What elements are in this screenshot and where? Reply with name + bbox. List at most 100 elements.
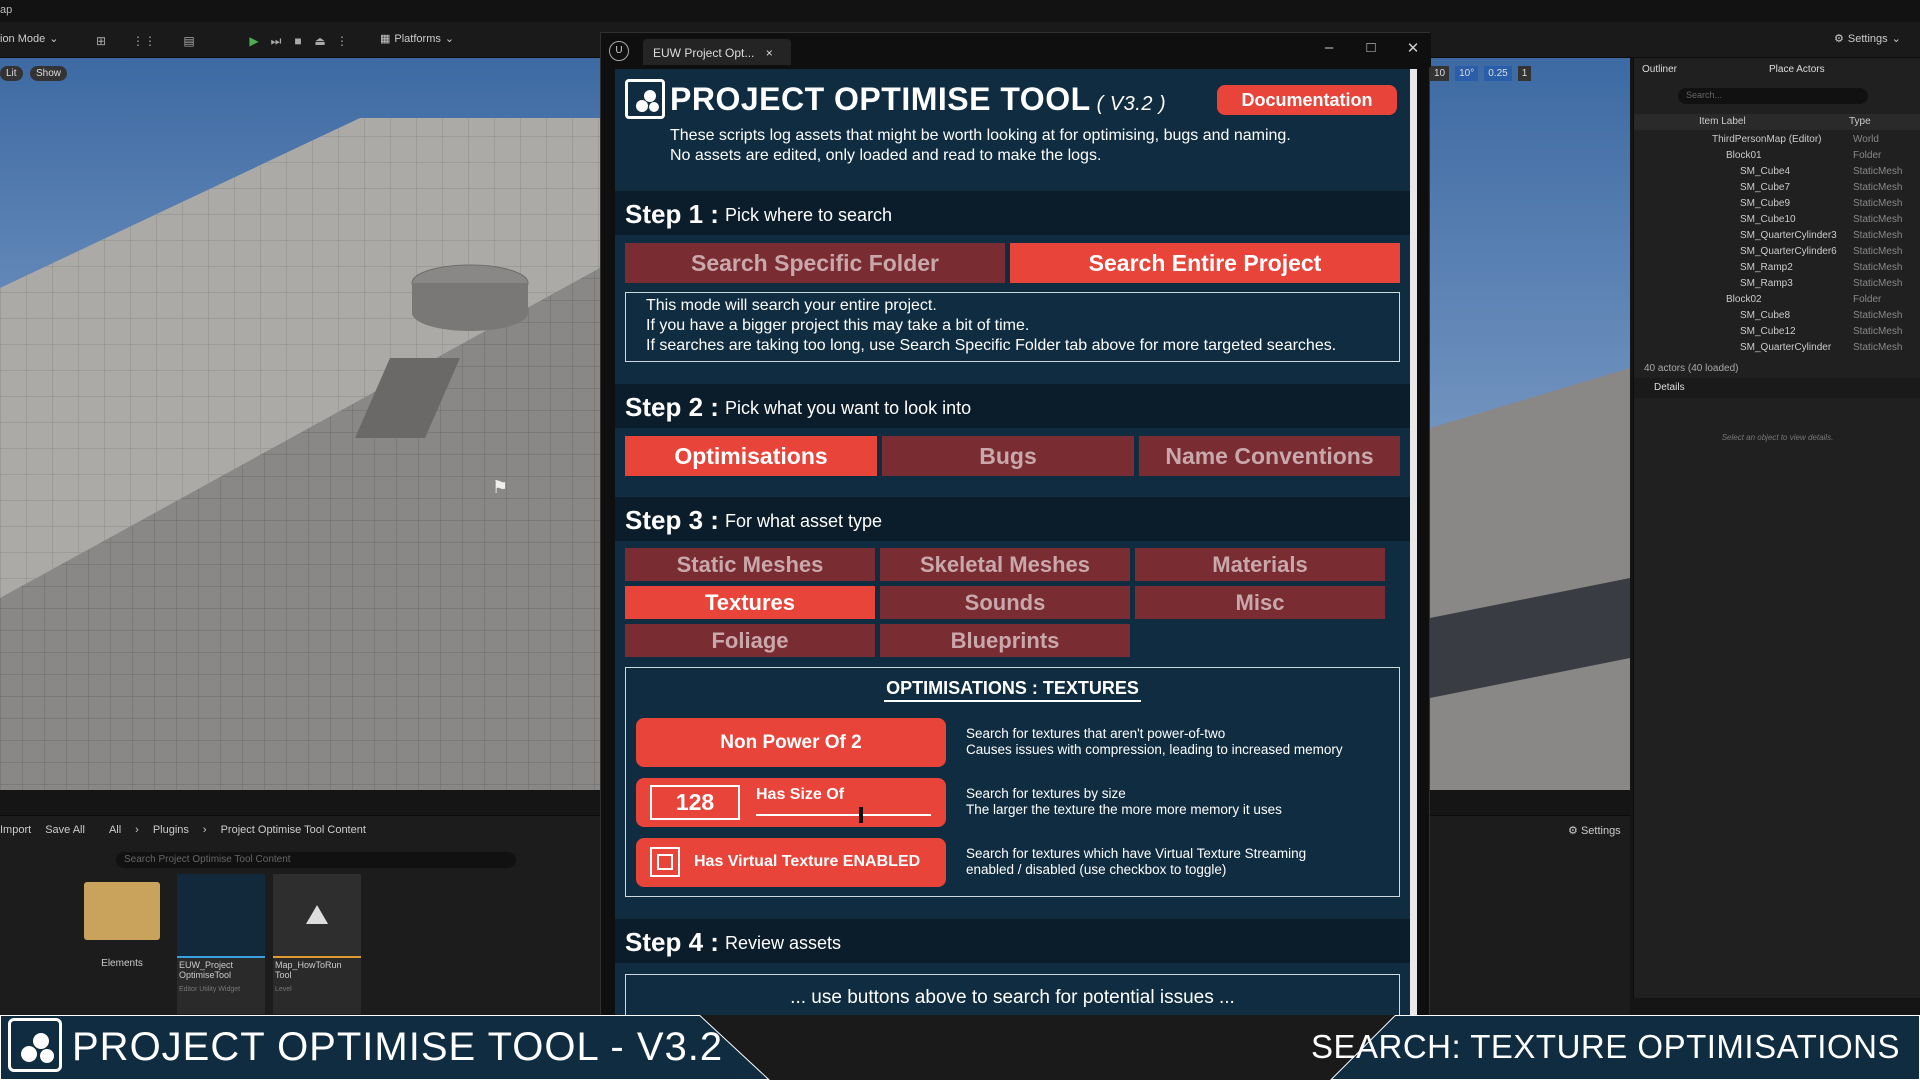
col-item-label[interactable]: Item Label xyxy=(1699,116,1746,127)
eject-icon[interactable]: ⏏ xyxy=(311,32,329,50)
play-icon[interactable]: ▶ xyxy=(245,32,263,50)
outliner-row[interactable]: SM_Cube12 StaticMesh xyxy=(1634,324,1920,340)
type-static-meshes-button[interactable]: Static Meshes xyxy=(625,548,875,581)
platforms-button[interactable]: ▦ Platforms ⌄ xyxy=(380,32,454,46)
outliner-row[interactable]: ThirdPersonMap (Editor) World xyxy=(1634,132,1920,148)
optimisations-button[interactable]: Optimisations xyxy=(625,436,877,476)
type-blueprints-button[interactable]: Blueprints xyxy=(880,624,1130,657)
path-plugins[interactable]: Plugins xyxy=(153,824,189,836)
outliner-row[interactable]: SM_Cube8 StaticMesh xyxy=(1634,308,1920,324)
grid-snap-value[interactable]: 10 xyxy=(1430,66,1450,81)
window-tab-title: EUW Project Opt... xyxy=(653,46,755,60)
outliner-row[interactable]: SM_QuarterCylinder StaticMesh xyxy=(1634,340,1920,356)
type-textures-button[interactable]: Textures xyxy=(625,586,875,619)
type-materials-button[interactable]: Materials xyxy=(1135,548,1385,581)
snap-button[interactable]: ⋮⋮ xyxy=(132,32,156,50)
tab-outliner[interactable]: Outliner xyxy=(1642,64,1677,75)
snap-icon: ⋮⋮ xyxy=(132,34,156,48)
window-titlebar[interactable]: U EUW Project Opt... × – □ ✕ xyxy=(601,33,1431,67)
step-icon[interactable]: ⏭ xyxy=(267,32,285,50)
outliner-row[interactable]: SM_Ramp2 StaticMesh xyxy=(1634,260,1920,276)
search-specific-folder-button[interactable]: Search Specific Folder xyxy=(625,243,1005,283)
type-foliage-button[interactable]: Foliage xyxy=(625,624,875,657)
import-button[interactable]: Import xyxy=(0,824,31,836)
outliner-row[interactable]: SM_Ramp3 StaticMesh xyxy=(1634,276,1920,292)
col-type[interactable]: Type xyxy=(1849,116,1871,127)
tool-title-text: PROJECT OPTIMISE TOOL xyxy=(670,81,1091,117)
tab-details[interactable]: Details xyxy=(1654,382,1685,393)
platforms-icon: ▦ xyxy=(380,33,391,45)
cb-settings-button[interactable]: ⚙ Settings xyxy=(1568,824,1621,837)
tab-place-actors[interactable]: Place Actors xyxy=(1769,64,1825,75)
tool-version: ( V3.2 ) xyxy=(1096,93,1167,115)
more-icon[interactable]: ⋮ xyxy=(333,32,351,50)
close-tab-icon[interactable]: × xyxy=(766,46,773,60)
outliner-row-name: SM_Cube4 xyxy=(1740,166,1791,177)
show-button[interactable]: Show xyxy=(30,66,68,81)
outliner-row[interactable]: SM_QuarterCylinder3 StaticMesh xyxy=(1634,228,1920,244)
virtual-texture-checkbox[interactable] xyxy=(650,847,680,877)
save-all-button[interactable]: Save All xyxy=(45,824,85,836)
outliner-row-type: World xyxy=(1853,134,1879,145)
tool-title: PROJECT OPTIMISE TOOL( V3.2 ) xyxy=(670,81,1166,118)
search-entire-project-button[interactable]: Search Entire Project xyxy=(1010,243,1400,283)
scale-snap-value[interactable]: 0.25 xyxy=(1484,66,1512,81)
platforms-label: Platforms xyxy=(394,32,441,45)
plugin-window: U EUW Project Opt... × – □ ✕ PROJECT OPT… xyxy=(600,32,1431,1025)
lit-button[interactable]: Lit xyxy=(0,66,23,81)
mode-selector[interactable]: ion Mode ⌄ xyxy=(0,32,58,46)
video-banner: PROJECT OPTIMISE TOOL - V3.2 SEARCH: TEX… xyxy=(0,1015,1920,1080)
non-power-of-2-button[interactable]: Non Power Of 2 xyxy=(636,718,946,767)
type-misc-button[interactable]: Misc xyxy=(1135,586,1385,619)
add-actor-icon: ⊞ xyxy=(95,34,107,48)
window-tab[interactable]: EUW Project Opt... × xyxy=(643,39,791,65)
cinematics-button[interactable]: ▤ xyxy=(180,32,198,50)
outliner-row[interactable]: SM_Cube9 StaticMesh xyxy=(1634,196,1920,212)
step4-header: Step 4 : Review assets xyxy=(615,919,1410,963)
minimize-icon[interactable]: – xyxy=(1314,39,1344,56)
bugs-button[interactable]: Bugs xyxy=(882,436,1134,476)
size-slider-thumb[interactable] xyxy=(859,807,863,823)
asset-level[interactable]: ⛰ Map_HowToRun Tool Level xyxy=(273,874,361,1014)
search-input[interactable]: Search Project Optimise Tool Content xyxy=(116,852,516,868)
level-viewport[interactable]: ⚑ Lit Show xyxy=(0,58,600,790)
outliner-row[interactable]: SM_Cube4 StaticMesh xyxy=(1634,164,1920,180)
outliner-panel: Outliner Place Actors Search... Item Lab… xyxy=(1633,58,1920,998)
outliner-row[interactable]: SM_Cube10 StaticMesh xyxy=(1634,212,1920,228)
outliner-row[interactable]: Block01 Folder xyxy=(1634,148,1920,164)
asset-widget[interactable]: EUW_Project OptimiseTool Editor Utility … xyxy=(177,874,265,1014)
outliner-row[interactable]: Block02 Folder xyxy=(1634,292,1920,308)
name-conventions-button[interactable]: Name Conventions xyxy=(1139,436,1400,476)
checkbox-inner xyxy=(657,854,673,870)
path-all[interactable]: All xyxy=(109,824,121,836)
asset-folder[interactable]: Elements xyxy=(84,874,160,994)
outliner-row[interactable]: SM_Cube7 StaticMesh xyxy=(1634,180,1920,196)
outliner-row-name: SM_Ramp2 xyxy=(1740,262,1793,273)
close-icon[interactable]: ✕ xyxy=(1398,39,1428,57)
type-sounds-button[interactable]: Sounds xyxy=(880,586,1130,619)
maximize-icon[interactable]: □ xyxy=(1356,39,1386,56)
outliner-row-name: Block01 xyxy=(1726,150,1762,161)
add-actor-button[interactable]: ⊞ xyxy=(92,32,110,50)
size-slider-track[interactable] xyxy=(756,814,931,816)
outliner-search-input[interactable]: Search... xyxy=(1678,88,1868,104)
panel-scrollbar[interactable] xyxy=(1410,69,1417,1025)
outliner-row[interactable]: SM_QuarterCylinder6 StaticMesh xyxy=(1634,244,1920,260)
outliner-row-type: Folder xyxy=(1853,294,1882,305)
stop-icon[interactable]: ■ xyxy=(289,32,307,50)
settings-button[interactable]: ⚙ Settings ⌄ xyxy=(1834,32,1901,46)
tool-panel: PROJECT OPTIMISE TOOL( V3.2 ) Documentat… xyxy=(615,69,1410,1025)
rotation-snap-value[interactable]: 10° xyxy=(1455,66,1479,81)
step4-number: Step 4 : xyxy=(625,927,719,957)
documentation-button[interactable]: Documentation xyxy=(1217,85,1397,115)
gear-icon: ⚙ xyxy=(1834,33,1844,45)
outliner-row-name: ThirdPersonMap (Editor) xyxy=(1712,134,1822,145)
map-tab-label[interactable]: ap xyxy=(0,4,12,16)
level-viewport-right[interactable]: 10 10° 0.25 1 xyxy=(1430,58,1630,790)
type-skeletal-meshes-button[interactable]: Skeletal Meshes xyxy=(880,548,1130,581)
step2-subtitle: Pick what you want to look into xyxy=(725,398,972,418)
path-content[interactable]: Project Optimise Tool Content xyxy=(221,824,366,836)
size-value-input[interactable]: 128 xyxy=(650,785,740,820)
virtual-texture-control[interactable]: Has Virtual Texture ENABLED xyxy=(636,838,946,887)
camera-speed-value[interactable]: 1 xyxy=(1517,66,1532,81)
